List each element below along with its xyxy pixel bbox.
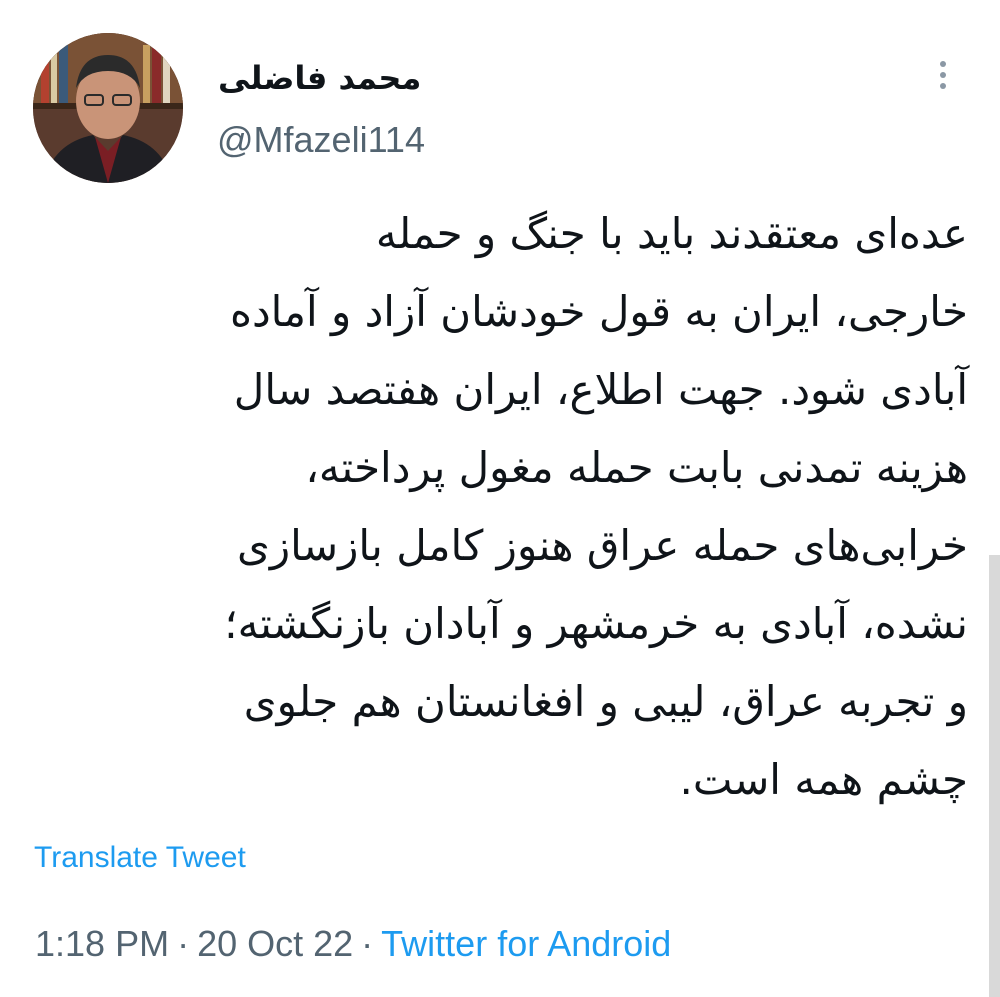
tweet-source-link[interactable]: Twitter for Android [381,923,671,964]
translate-tweet-link[interactable]: Translate Tweet [34,838,246,878]
tweet-line: آبادی شود. جهت اطلاع، ایران هفتصد سال [233,365,968,414]
profile-photo-image [33,33,183,183]
tweet-line: خارجی، ایران به قول خودشان آزاد و آماده [229,287,968,336]
meta-separator: · [177,923,190,964]
tweet-line: هزینه تمدنی بابت حمله مغول پرداخته، [305,443,968,492]
tweet-time[interactable]: 1:18 PM [35,923,169,964]
meta-separator: · [361,923,374,964]
author-display-name[interactable]: محمد فاضلی [218,58,421,98]
tweet-date[interactable]: 20 Oct 22 [197,923,353,964]
tweet-text: عده‌ای معتقدند باید با جنگ و حمله خارجی،… [30,195,968,819]
tweet-line: و تجربه عراق، لیبی و افغانستان هم جلوی [243,677,968,726]
tweet-meta: 1:18 PM · 20 Oct 22 · Twitter for Android [35,922,671,966]
avatar[interactable] [33,33,183,183]
scrollbar[interactable] [989,555,1000,997]
more-options-icon[interactable] [932,58,954,98]
tweet-line: عده‌ای معتقدند باید با جنگ و حمله [375,209,968,258]
author-handle[interactable]: @Mfazeli114 [217,118,425,162]
tweet-line: نشده، آبادی به خرمشهر و آبادان بازنگشته؛ [224,599,968,648]
tweet-line: خرابی‌های حمله عراق هنوز کامل بازسازی [236,521,968,570]
tweet-line: چشم همه است. [679,755,968,804]
